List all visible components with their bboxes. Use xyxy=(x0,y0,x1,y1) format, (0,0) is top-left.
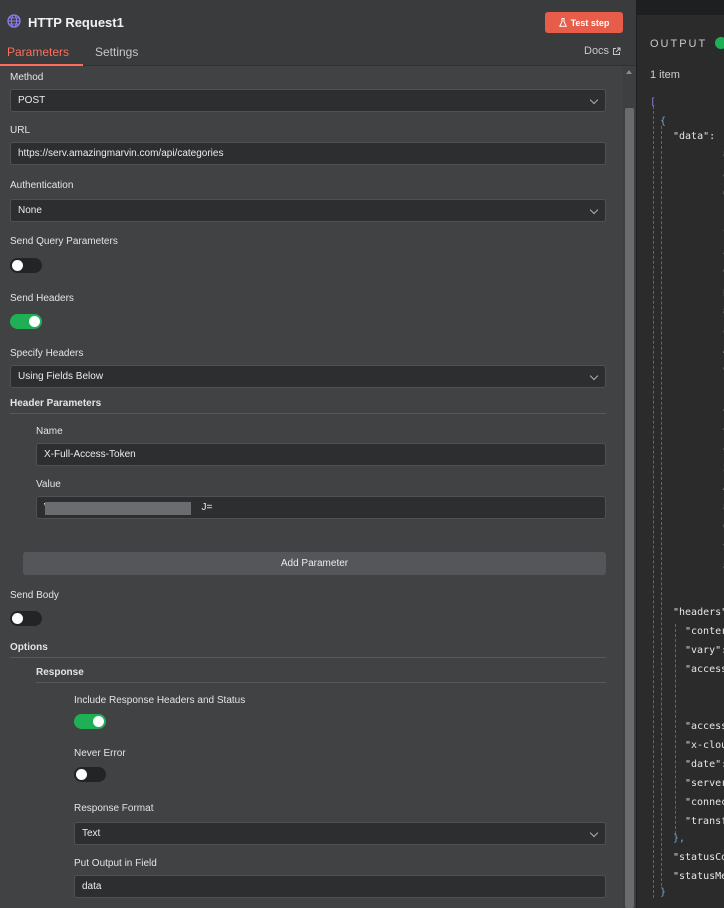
response-format-value: Text xyxy=(82,828,101,839)
section-divider xyxy=(10,413,606,414)
send-query-toggle[interactable] xyxy=(10,258,42,273)
item-count: 1 item xyxy=(650,69,680,81)
json-line: "connec xyxy=(685,797,724,808)
method-value: POST xyxy=(18,95,46,106)
never-error-label: Never Error xyxy=(74,748,126,759)
include-headers-label: Include Response Headers and Status xyxy=(74,695,246,706)
json-line: "access xyxy=(685,721,724,732)
json-line: "date": xyxy=(685,759,724,770)
globe-icon xyxy=(7,14,21,28)
send-body-toggle[interactable] xyxy=(10,611,42,626)
response-format-select[interactable]: Text xyxy=(74,822,606,845)
specify-headers-label: Specify Headers xyxy=(10,348,84,359)
send-headers-toggle[interactable] xyxy=(10,314,42,329)
chevron-down-icon xyxy=(589,828,599,838)
node-title[interactable]: HTTP Request1 xyxy=(28,15,124,30)
tab-parameters[interactable]: Parameters xyxy=(7,45,69,59)
chevron-down-icon xyxy=(589,205,599,215)
json-line: "statusMe xyxy=(673,871,724,882)
output-field-value: data xyxy=(82,881,102,892)
success-check-icon xyxy=(715,37,724,49)
url-label: URL xyxy=(10,125,31,136)
toggle-knob xyxy=(93,716,104,727)
header-name-label: Name xyxy=(36,426,63,437)
panel-scrollbar[interactable] xyxy=(623,67,636,908)
section-divider xyxy=(36,682,606,683)
chevron-down-icon xyxy=(589,95,599,105)
json-line: } xyxy=(660,887,667,898)
header-name-input[interactable]: X-Full-Access-Token xyxy=(36,443,606,466)
json-line: "x-clou xyxy=(685,740,724,751)
json-line: "statusCo xyxy=(673,852,724,863)
header-value-input[interactable]: W J= xyxy=(36,496,606,519)
add-parameter-label: Add Parameter xyxy=(280,558,349,569)
toggle-knob xyxy=(12,260,23,271)
header-name-value: X-Full-Access-Token xyxy=(44,449,136,460)
method-select[interactable]: POST xyxy=(10,89,606,112)
toggle-knob xyxy=(29,316,40,327)
toggle-knob xyxy=(12,613,23,624)
node-header: HTTP Request1 Test step xyxy=(0,0,636,44)
response-title: Response xyxy=(36,667,84,678)
docs-label: Docs xyxy=(584,45,610,57)
output-panel: OUTPUT 1 item [{ "data": "headers" "conter "… xyxy=(636,0,724,908)
send-body-label: Send Body xyxy=(10,590,59,601)
test-step-button[interactable]: Test step xyxy=(545,12,623,33)
never-error-toggle[interactable] xyxy=(74,767,106,782)
node-tabs: Parameters Settings Docs xyxy=(0,44,636,66)
json-indent-guide xyxy=(675,624,676,834)
header-value-suffix: J= xyxy=(201,502,213,513)
output-field-label: Put Output in Field xyxy=(74,858,157,869)
chevron-down-icon xyxy=(589,371,599,381)
section-divider xyxy=(10,657,606,658)
json-line: { xyxy=(660,116,667,127)
header-parameters-title: Header Parameters xyxy=(10,398,102,409)
json-indent-guide xyxy=(661,126,662,886)
send-headers-label: Send Headers xyxy=(10,293,74,304)
active-tab-indicator xyxy=(0,64,83,66)
url-input[interactable]: https://serv.amazingmarvin.com/api/categ… xyxy=(10,142,606,165)
response-format-label: Response Format xyxy=(74,803,154,814)
output-title: OUTPUT xyxy=(650,38,708,50)
send-query-label: Send Query Parameters xyxy=(10,236,118,247)
external-link-icon xyxy=(613,47,621,55)
authentication-select[interactable]: None xyxy=(10,199,606,222)
specify-headers-value: Using Fields Below xyxy=(18,371,104,382)
json-line: "transf xyxy=(685,816,724,827)
json-line: "conter xyxy=(685,626,724,637)
scroll-up-arrow-icon[interactable] xyxy=(626,70,632,74)
output-field-input[interactable]: data xyxy=(74,875,606,898)
header-value-label: Value xyxy=(36,479,61,490)
flask-icon xyxy=(558,18,567,27)
authentication-label: Authentication xyxy=(10,180,74,191)
tab-settings[interactable]: Settings xyxy=(95,45,138,59)
add-parameter-button[interactable]: Add Parameter xyxy=(23,552,606,575)
test-step-label: Test step xyxy=(570,17,610,28)
method-label: Method xyxy=(10,72,44,83)
redacted-token-mask xyxy=(45,502,191,515)
include-headers-toggle[interactable] xyxy=(74,714,106,729)
json-line: "headers" xyxy=(673,607,724,618)
toggle-knob xyxy=(76,769,87,780)
scroll-thumb[interactable] xyxy=(625,108,634,908)
json-line: "server xyxy=(685,778,724,789)
options-title: Options xyxy=(10,642,48,653)
json-line: }, xyxy=(673,833,686,844)
json-indent-guide xyxy=(653,106,654,898)
specify-headers-select[interactable]: Using Fields Below xyxy=(10,365,606,388)
node-parameters-panel: HTTP Request1 Test step Parameters Setti… xyxy=(0,0,636,908)
json-line: "vary": xyxy=(685,645,724,656)
url-value: https://serv.amazingmarvin.com/api/categ… xyxy=(18,148,224,159)
json-line: "access xyxy=(685,664,724,675)
json-line: [ xyxy=(650,97,657,108)
authentication-value: None xyxy=(18,205,42,216)
json-line: "data": xyxy=(673,131,716,142)
output-panel-topbar xyxy=(637,0,724,15)
docs-link[interactable]: Docs xyxy=(584,45,621,57)
